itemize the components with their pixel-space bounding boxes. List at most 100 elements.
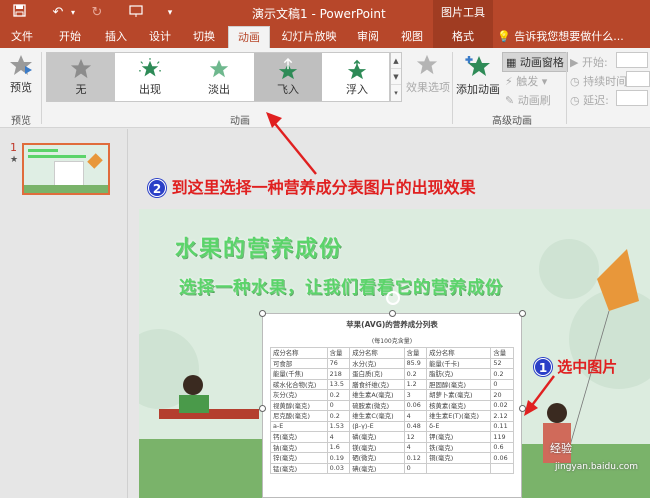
table-row: 锰(毫克) 0.03 碘(毫克) 0 (270, 462, 514, 474)
annotation-arrow-up-icon (266, 112, 317, 175)
tab-home[interactable]: 开始 (52, 26, 88, 48)
effect-options-button[interactable]: 效果选项 (406, 54, 450, 95)
gallery-more-icon[interactable]: ▾ (391, 85, 401, 101)
tab-file[interactable]: 文件 (4, 26, 40, 48)
resize-handle[interactable] (259, 405, 266, 412)
nutrition-table-image[interactable]: 苹果(AVG)的营养成分列表 (每100克含量) 成分名称 含量 成分名称 含量 成分名… (262, 313, 522, 498)
table-cell: 0.6 (490, 441, 514, 453)
slide[interactable]: 水果的营养成份 选择一种水果，让我们看看它的营养成份 苹果(AVG)的营养成分列… (139, 209, 650, 498)
animation-none[interactable]: 无 (47, 53, 115, 101)
table-cell: 0.03 (326, 462, 351, 474)
table-cell (490, 462, 514, 474)
redo-icon[interactable]: ↻ (88, 4, 106, 22)
preview-label: 预览 (10, 81, 32, 94)
delay-input[interactable] (616, 90, 648, 106)
window-title: 演示文稿1 - PowerPoint (252, 7, 386, 21)
slide-title[interactable]: 水果的营养成份 (175, 231, 343, 263)
gallery-label: 无 (75, 83, 87, 96)
table-cell: 含量 (490, 347, 514, 359)
table-cell: 76 (326, 357, 351, 369)
table-cell: 1.2 (403, 378, 428, 390)
resize-handle[interactable] (259, 310, 266, 317)
animation-float-in[interactable]: 浮入 (323, 53, 391, 101)
animation-gallery: 无 出现 淡出 飞入 浮入 (46, 52, 390, 102)
animation-pane-button[interactable]: ▦ 动画窗格 (502, 52, 568, 72)
tell-me-text: 告诉我您想要做什么... (514, 30, 624, 43)
table-cell: 2.12 (490, 410, 514, 422)
table-row: 成分名称 含量 成分名称 含量 成分名称 含量 (270, 347, 514, 359)
table-cell: 0 (403, 462, 428, 474)
slide-thumbnail[interactable] (22, 143, 110, 195)
table-row: 钙(毫克) 4 磷(毫克) 12 钾(毫克) 119 (270, 431, 514, 443)
table-cell: 0.19 (326, 452, 351, 464)
tab-animations[interactable]: 动画 (228, 26, 270, 48)
table-cell: 85.9 (403, 357, 428, 369)
table-cell: 脂肪(克) (426, 368, 492, 380)
animation-fly-in[interactable]: 飞入 (254, 53, 322, 101)
undo-icon[interactable]: ↶ (48, 4, 68, 22)
tab-review[interactable]: 审阅 (350, 26, 386, 48)
customize-toolbar-icon[interactable]: ▾ (164, 4, 176, 22)
gallery-down-icon[interactable]: ▼ (391, 69, 401, 85)
table-cell: 20 (490, 389, 514, 401)
slide-subtitle[interactable]: 选择一种水果，让我们看看它的营养成份 (179, 273, 503, 298)
table-cell: 磷(毫克) (349, 431, 405, 443)
start-from-beginning-icon[interactable] (126, 4, 146, 22)
step2-badge: 2 (148, 179, 166, 197)
table-cell: 119 (490, 431, 514, 443)
table-cell: 能量(千卡) (426, 357, 492, 369)
tab-slideshow[interactable]: 幻灯片放映 (276, 26, 342, 48)
table-cell: 成分名称 (426, 347, 492, 359)
add-animation-button[interactable]: 添加动画 (456, 54, 500, 97)
painter-icon: ✎ (505, 94, 515, 107)
tell-me-box[interactable]: 💡 告诉我您想要做什么... (497, 26, 624, 48)
animation-appear[interactable]: 出现 (116, 53, 184, 101)
table-cell: 0.2 (490, 368, 514, 380)
trigger-label: 触发 (516, 75, 539, 88)
float-in-star-icon (347, 59, 367, 80)
tab-transitions[interactable]: 切换 (186, 26, 222, 48)
table-cell: 0.11 (490, 420, 514, 432)
save-icon[interactable] (10, 4, 28, 22)
appear-star-icon (139, 58, 161, 77)
gallery-up-icon[interactable]: ▲ (391, 53, 401, 69)
table-cell: 尼克酸(毫克) (270, 410, 328, 422)
animation-painter-button[interactable]: ✎ 动画刷 (505, 92, 551, 108)
title-bar: ↶ ▾ ↻ ▾ 演示文稿1 - PowerPoint 图片工具 (0, 0, 650, 26)
tab-format[interactable]: 格式 (433, 26, 493, 48)
table-cell: 成分名称 (270, 347, 328, 359)
start-select[interactable] (616, 52, 648, 68)
annotation-step2-text: 到这里选择一种营养成分表图片的出现效果 (171, 178, 476, 197)
table-row: a-E 1.53 (β-γ)-E 0.48 δ-E 0.11 (270, 420, 514, 432)
undo-dropdown-icon[interactable]: ▾ (68, 4, 78, 22)
trigger-button[interactable]: ⚡ 触发 ▾ (505, 73, 547, 89)
rotate-handle-icon[interactable] (386, 291, 400, 305)
gallery-label: 淡出 (208, 83, 230, 96)
preview-group-label: 预览 (11, 116, 31, 127)
gallery-scrollbar[interactable]: ▲ ▼ ▾ (390, 52, 402, 102)
resize-handle[interactable] (389, 310, 396, 317)
table-cell: 4 (326, 431, 351, 443)
table-cell: 钠(毫克) (270, 441, 328, 453)
table-row: 视黄醇(毫克) 0 硫胺素(微克) 0.06 核黄素(毫克) 0.02 (270, 399, 514, 411)
table-cell: 218 (326, 368, 351, 380)
table-cell: 铜(毫克) (426, 452, 492, 464)
advanced-animation-group-label: 高级动画 (492, 116, 532, 127)
gallery-label: 飞入 (277, 83, 299, 96)
table-cell: (β-γ)-E (349, 420, 405, 432)
animation-pane-icon: ▦ (506, 56, 517, 69)
preview-button[interactable]: 预览 (6, 54, 36, 95)
table-cell: 可食部 (270, 357, 328, 369)
duration-input[interactable] (626, 71, 650, 87)
animation-fade[interactable]: 淡出 (185, 53, 253, 101)
resize-handle[interactable] (519, 310, 526, 317)
table-cell: 0.2 (326, 410, 351, 422)
table-cell: 胡萝卜素(毫克) (426, 389, 492, 401)
trigger-icon: ⚡ (505, 75, 513, 88)
table-cell: 锰(毫克) (270, 462, 328, 474)
tab-insert[interactable]: 插入 (98, 26, 134, 48)
table-cell: 成分名称 (349, 347, 405, 359)
tab-view[interactable]: 视图 (394, 26, 430, 48)
table-cell: 能量(千焦) (270, 368, 328, 380)
tab-design[interactable]: 设计 (142, 26, 178, 48)
